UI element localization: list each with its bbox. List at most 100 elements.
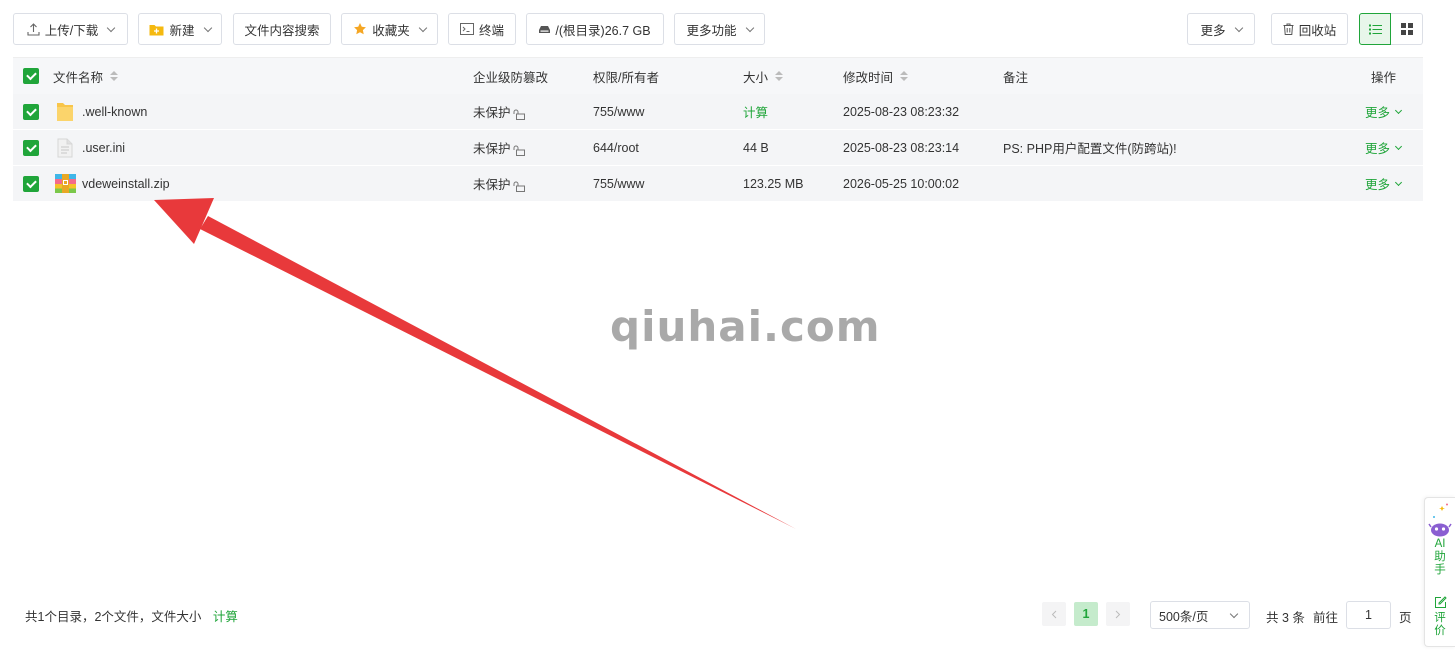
page-number-current[interactable]: 1: [1074, 602, 1098, 626]
table-row[interactable]: .user.ini 未保护 644/root 44 B 2025-08-23 0…: [13, 130, 1423, 166]
grid-view-button[interactable]: [1391, 13, 1423, 45]
more-button[interactable]: 更多: [1187, 13, 1255, 45]
ai-robot-icon: [1428, 503, 1452, 537]
page-size-select[interactable]: 500条/页: [1150, 601, 1250, 629]
row-more-button[interactable]: 更多: [1365, 130, 1403, 165]
lock-icon: [513, 181, 525, 192]
content-search-label: 文件内容搜索: [244, 23, 320, 38]
terminal-icon: [459, 23, 474, 35]
file-table: 文件名称 企业级防篡改 权限/所有者 大小 修改时间 备注 操作 .well-k…: [13, 57, 1423, 202]
row-checkbox[interactable]: [23, 175, 39, 192]
disk-icon: [539, 25, 551, 33]
zip-icon: [55, 166, 76, 201]
header-tamper-label: 企业级防篡改: [473, 70, 549, 85]
next-page-button[interactable]: [1106, 602, 1130, 626]
row-checkbox[interactable]: [23, 139, 39, 156]
table-row[interactable]: .well-known 未保护 755/www 计算 2025-08-23 08…: [13, 94, 1423, 130]
file-name[interactable]: vdeweinstall.zip: [82, 166, 170, 201]
header-perm-label: 权限/所有者: [593, 70, 659, 85]
file-manager: 上传/下载 新建 文件内容搜索 收藏夹 终端 /(根目录)26.7 GB 更多功…: [0, 0, 1437, 655]
terminal-button[interactable]: 终端: [448, 13, 516, 45]
terminal-label: 终端: [478, 23, 504, 38]
rate-label: 评价: [1434, 612, 1446, 637]
mtime: 2025-08-23 08:23:32: [843, 104, 960, 119]
goto-page-input[interactable]: 1: [1346, 601, 1391, 629]
perm-owner[interactable]: 755/www: [593, 166, 644, 201]
row-more-button[interactable]: 更多: [1365, 94, 1403, 129]
lock-icon: [513, 109, 525, 120]
prev-page-button[interactable]: [1042, 602, 1066, 626]
list-view-icon: [1368, 24, 1382, 34]
tamper-status[interactable]: 未保护: [473, 166, 525, 201]
page-size-value: 500条/页: [1159, 609, 1209, 624]
file-name[interactable]: .well-known: [82, 94, 147, 129]
file-icon: [57, 130, 73, 165]
favorites-button[interactable]: 收藏夹: [341, 13, 438, 45]
edit-icon: [1434, 596, 1447, 608]
rate-button[interactable]: 评价: [1425, 596, 1455, 638]
footer-calc-link[interactable]: 计算: [213, 610, 238, 624]
size: 44 B: [743, 140, 769, 155]
recycle-bin-button[interactable]: 回收站: [1271, 13, 1348, 45]
page-unit-label: 页: [1399, 611, 1412, 625]
size: 123.25 MB: [743, 176, 804, 191]
header-size[interactable]: 大小: [743, 58, 784, 94]
star-icon: [354, 23, 367, 35]
file-name[interactable]: .user.ini: [82, 130, 125, 165]
disk-label: /(根目录)26.7 GB: [555, 23, 651, 38]
perm-owner[interactable]: 644/root: [593, 130, 639, 165]
header-mtime-label: 修改时间: [843, 70, 894, 85]
header-name[interactable]: 文件名称: [53, 58, 119, 94]
content-search-button[interactable]: 文件内容搜索: [233, 13, 331, 45]
total-count: 共 3 条: [1266, 611, 1305, 625]
chevron-down-icon: [418, 23, 427, 32]
tamper-status[interactable]: 未保护: [473, 130, 525, 165]
watermark: qiuhai.com: [610, 302, 881, 351]
more-functions-label: 更多功能: [686, 23, 737, 38]
header-mtime[interactable]: 修改时间: [843, 58, 909, 94]
remark[interactable]: PS: PHP用户配置文件(防跨站)!: [1003, 130, 1177, 165]
list-view-button[interactable]: [1359, 13, 1391, 45]
disk-button[interactable]: /(根目录)26.7 GB: [526, 13, 664, 45]
grid-view-icon: [1400, 23, 1413, 35]
trash-icon: [1283, 23, 1294, 35]
more-functions-button[interactable]: 更多功能: [674, 13, 765, 45]
chevron-left-icon: [1051, 610, 1057, 618]
chevron-down-icon: [1394, 106, 1403, 115]
new-folder-icon: [149, 24, 164, 35]
row-more-button[interactable]: 更多: [1365, 166, 1403, 201]
new-label: 新建: [169, 23, 195, 38]
chevron-down-icon: [1229, 609, 1239, 619]
row-checkbox[interactable]: [23, 103, 39, 120]
chevron-down-icon: [745, 23, 754, 32]
chevron-down-icon: [1394, 178, 1403, 187]
chevron-down-icon: [106, 23, 116, 32]
table-header: 文件名称 企业级防篡改 权限/所有者 大小 修改时间 备注 操作: [13, 57, 1423, 94]
mtime: 2025-08-23 08:23:14: [843, 140, 960, 155]
chevron-down-icon: [1234, 23, 1243, 32]
goto-label: 前往: [1313, 611, 1339, 625]
ai-assistant-button[interactable]: AI助手: [1425, 502, 1455, 577]
upload-download-button[interactable]: 上传/下载: [13, 13, 128, 45]
chevron-right-icon: [1115, 610, 1121, 618]
header-remark: 备注: [1003, 58, 1028, 94]
header-size-label: 大小: [743, 70, 769, 85]
header-tamper: 企业级防篡改: [473, 58, 548, 94]
recycle-bin-label: 回收站: [1298, 23, 1337, 38]
header-remark-label: 备注: [1003, 70, 1029, 85]
chevron-down-icon: [1394, 142, 1403, 151]
chevron-down-icon: [203, 23, 212, 32]
sort-icon: [110, 71, 119, 81]
sort-icon: [775, 71, 784, 81]
table-row[interactable]: vdeweinstall.zip 未保护 755/www 123.25 MB 2…: [13, 166, 1423, 202]
side-float-panel: AI助手 评价: [1424, 497, 1455, 647]
size-calc-link[interactable]: 计算: [743, 94, 768, 129]
new-button[interactable]: 新建: [138, 13, 222, 45]
folder-icon: [55, 94, 75, 129]
header-perm: 权限/所有者: [593, 58, 659, 94]
perm-owner[interactable]: 755/www: [593, 94, 644, 129]
tamper-status[interactable]: 未保护: [473, 94, 525, 129]
ai-assistant-label: AI助手: [1434, 538, 1446, 576]
upload-icon: [27, 22, 40, 36]
select-all-checkbox[interactable]: [23, 68, 39, 84]
